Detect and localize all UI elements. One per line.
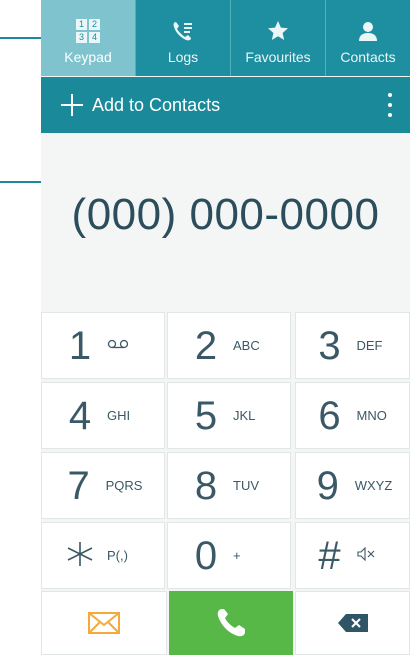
key-digit: #	[318, 533, 341, 578]
key-asterisk[interactable]: P(,)	[41, 522, 165, 589]
key-8[interactable]: 8 TUV	[167, 452, 291, 519]
key-1[interactable]: 1	[41, 312, 165, 379]
keypad-icon: 1 2 3 4	[76, 19, 100, 43]
tab-logs[interactable]: Logs	[136, 0, 231, 76]
key-0[interactable]: 0 +	[167, 522, 291, 589]
backspace-icon	[337, 614, 368, 632]
add-to-contacts-button[interactable]: Add to Contacts	[61, 90, 220, 120]
star-icon	[268, 21, 288, 40]
envelope-icon	[88, 612, 120, 634]
key-6[interactable]: 6 MNO	[295, 382, 410, 449]
tab-favourites[interactable]: Favourites	[231, 0, 326, 76]
key-digit: 9	[316, 463, 339, 508]
dialer-screen: 1 2 3 4 Keypad Logs Favourites Contacts …	[41, 0, 410, 655]
mute-icon	[356, 546, 391, 564]
plus-icon	[61, 94, 83, 116]
key-letters: P(,)	[107, 548, 128, 563]
key-digit: 7	[67, 463, 90, 508]
keypad-icon-digit: 3	[76, 32, 87, 43]
keypad-icon-digit: 2	[89, 19, 100, 30]
key-letters: ABC	[233, 338, 260, 353]
key-letters: PQRS	[105, 478, 143, 493]
key-digit: 8	[194, 463, 218, 508]
person-icon	[359, 22, 377, 41]
voicemail-icon	[107, 338, 141, 353]
keypad-icon-digit: 1	[76, 19, 87, 30]
call-button[interactable]	[169, 591, 293, 655]
key-letters: DEF	[356, 338, 383, 353]
phone-number-display[interactable]: (000) 000-0000	[41, 190, 410, 240]
key-hash[interactable]: #	[295, 522, 410, 589]
add-to-contacts-label: Add to Contacts	[92, 94, 221, 115]
tab-favourites-label: Favourites	[245, 49, 311, 65]
key-digit: 0	[194, 533, 218, 578]
delete-button[interactable]	[295, 591, 410, 655]
key-4[interactable]: 4 GHI	[41, 382, 165, 449]
key-letters: JKL	[233, 408, 256, 423]
key-digit: 2	[194, 323, 218, 368]
key-digit: 5	[194, 393, 218, 438]
keypad-icon-digit: 4	[89, 32, 100, 43]
key-letters: TUV	[233, 478, 259, 493]
key-2[interactable]: 2 ABC	[167, 312, 291, 379]
tab-bar: 1 2 3 4 Keypad Logs Favourites Contacts	[41, 0, 410, 76]
key-digit: 3	[318, 323, 341, 368]
key-digit: 4	[68, 393, 92, 438]
key-9[interactable]: 9 WXYZ	[295, 452, 410, 519]
key-digit: 6	[318, 393, 341, 438]
key-7[interactable]: 7 PQRS	[41, 452, 165, 519]
tab-keypad-label: Keypad	[64, 49, 112, 65]
asterisk-icon	[65, 536, 95, 576]
key-letters: WXYZ	[354, 478, 393, 493]
key-digit: 1	[68, 323, 92, 368]
key-5[interactable]: 5 JKL	[167, 382, 291, 449]
send-message-button[interactable]	[41, 591, 167, 655]
phone-icon	[217, 609, 245, 637]
logs-icon	[173, 22, 192, 41]
tab-contacts[interactable]: Contacts	[326, 0, 410, 76]
key-letters: GHI	[107, 408, 131, 423]
tab-logs-label: Logs	[167, 49, 199, 65]
dialer-action-row	[41, 591, 410, 655]
tab-keypad[interactable]: 1 2 3 4 Keypad	[41, 0, 136, 76]
key-3[interactable]: 3 DEF	[295, 312, 410, 379]
key-letters: +	[233, 548, 241, 563]
action-bar: Add to Contacts	[41, 77, 410, 133]
more-vertical-icon[interactable]	[383, 91, 397, 119]
tab-contacts-label: Contacts	[340, 49, 396, 65]
key-letters: MNO	[356, 408, 387, 423]
